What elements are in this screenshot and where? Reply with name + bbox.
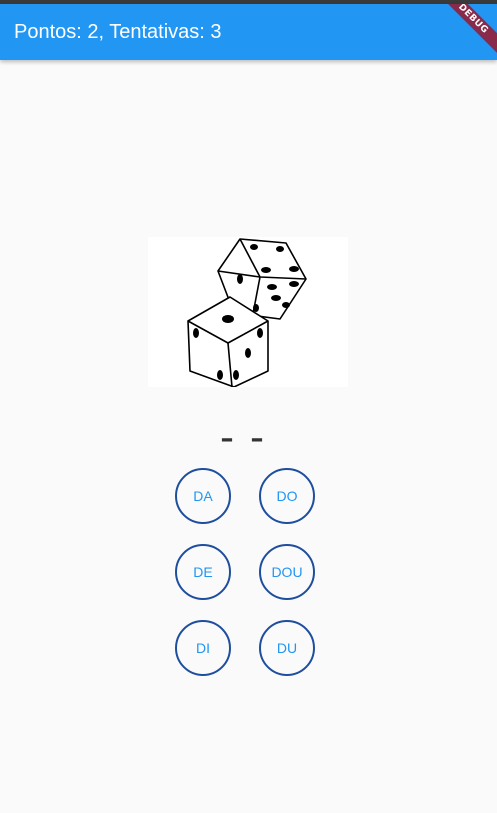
dice-image <box>148 237 348 387</box>
debug-banner: DEBUG <box>432 4 497 60</box>
dice-icon <box>187 238 307 387</box>
syllable-button-do[interactable]: DO <box>259 468 315 524</box>
word-blanks: – – <box>220 424 268 454</box>
syllable-button-dou[interactable]: DOU <box>259 544 315 600</box>
app-bar: Pontos: 2, Tentativas: 3 DEBUG <box>0 4 497 60</box>
syllable-button-da[interactable]: DA <box>175 468 231 524</box>
syllable-button-de[interactable]: DE <box>175 544 231 600</box>
syllable-button-di[interactable]: DI <box>175 620 231 676</box>
app-bar-title: Pontos: 2, Tentativas: 3 <box>14 21 222 43</box>
syllable-button-du[interactable]: DU <box>259 620 315 676</box>
